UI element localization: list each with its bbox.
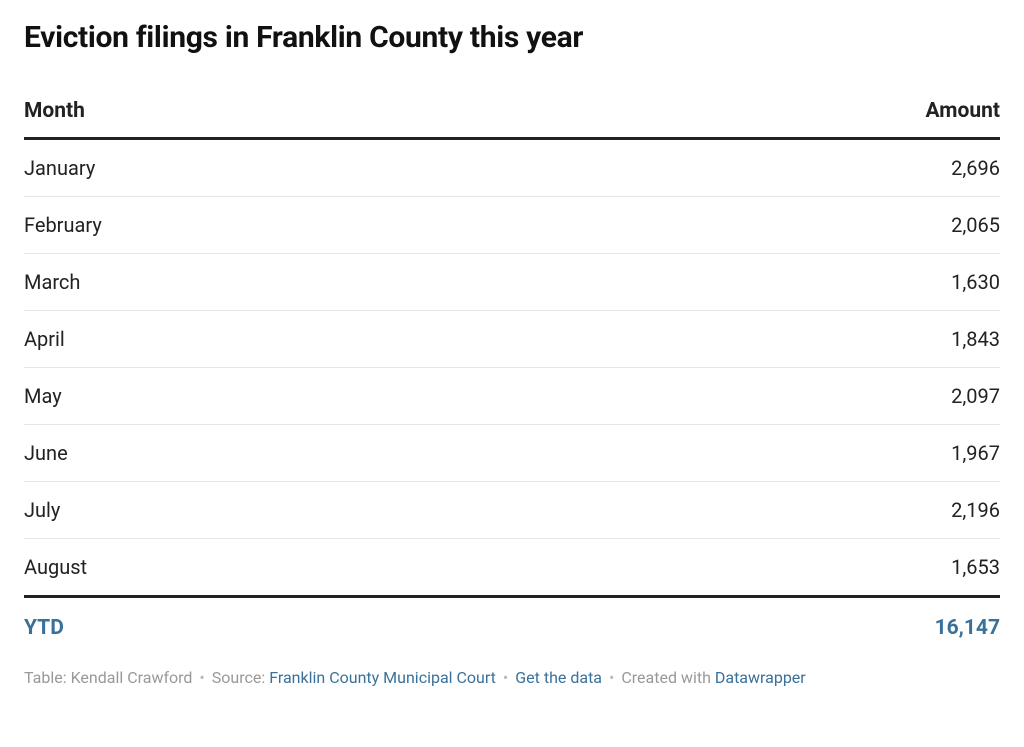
- cell-amount: 1,653: [523, 539, 1000, 597]
- cell-amount: 1,967: [523, 425, 1000, 482]
- table-row: July2,196: [24, 482, 1000, 539]
- source-link[interactable]: Franklin County Municipal Court: [269, 668, 496, 687]
- separator-icon: •: [609, 668, 614, 687]
- chart-footer: Table: Kendall Crawford • Source: Frankl…: [24, 668, 1000, 687]
- separator-icon: •: [199, 668, 204, 687]
- table-row: June1,967: [24, 425, 1000, 482]
- cell-amount: 2,696: [523, 139, 1000, 197]
- table-row: February2,065: [24, 197, 1000, 254]
- created-prefix: Created with: [621, 668, 715, 687]
- table-credit-prefix: Table:: [24, 668, 71, 687]
- column-header-month: Month: [24, 87, 523, 139]
- table-row: May2,097: [24, 368, 1000, 425]
- cell-amount: 1,630: [523, 254, 1000, 311]
- chart-title: Eviction filings in Franklin County this…: [24, 20, 1000, 55]
- source-prefix: Source:: [212, 668, 269, 687]
- table-row: March1,630: [24, 254, 1000, 311]
- cell-amount: 2,196: [523, 482, 1000, 539]
- total-label: YTD: [24, 597, 523, 659]
- table-row: January2,696: [24, 139, 1000, 197]
- cell-month: April: [24, 311, 523, 368]
- get-data-link[interactable]: Get the data: [515, 668, 602, 687]
- cell-month: May: [24, 368, 523, 425]
- datawrapper-link[interactable]: Datawrapper: [715, 668, 806, 687]
- cell-month: July: [24, 482, 523, 539]
- cell-month: March: [24, 254, 523, 311]
- cell-month: June: [24, 425, 523, 482]
- author-name: Kendall Crawford: [71, 668, 193, 687]
- cell-amount: 2,097: [523, 368, 1000, 425]
- cell-month: February: [24, 197, 523, 254]
- cell-month: August: [24, 539, 523, 597]
- table-row: April1,843: [24, 311, 1000, 368]
- cell-amount: 1,843: [523, 311, 1000, 368]
- data-table: Month Amount January2,696February2,065Ma…: [24, 87, 1000, 658]
- table-total-row: YTD16,147: [24, 597, 1000, 659]
- table-row: August1,653: [24, 539, 1000, 597]
- total-amount: 16,147: [523, 597, 1000, 659]
- column-header-amount: Amount: [523, 87, 1000, 139]
- cell-amount: 2,065: [523, 197, 1000, 254]
- separator-icon: •: [503, 668, 508, 687]
- cell-month: January: [24, 139, 523, 197]
